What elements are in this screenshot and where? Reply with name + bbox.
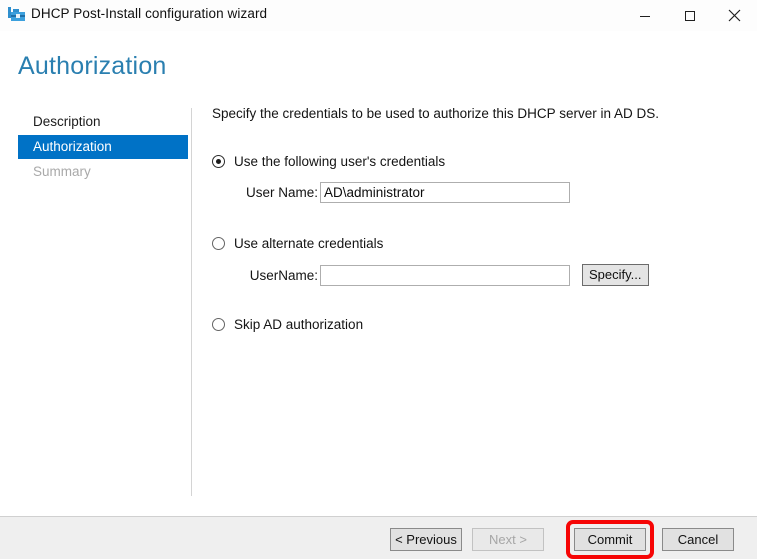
radio-label: Use the following user's credentials [234, 153, 446, 169]
alternate-user-name-field-row: UserName: Specify... [212, 264, 649, 286]
radio-skip-ad-authorization[interactable]: Skip AD authorization [212, 315, 363, 333]
radio-label: Skip AD authorization [234, 316, 364, 332]
radio-label: Use alternate credentials [234, 235, 384, 251]
instruction-text: Specify the credentials to be used to au… [212, 106, 659, 121]
wizard-step-nav: Description Authorization Summary [0, 110, 190, 185]
maximize-icon [684, 10, 695, 21]
page-title: Authorization [18, 52, 167, 80]
previous-button[interactable]: < Previous [390, 528, 462, 551]
alternate-user-name-label: UserName: [249, 267, 318, 283]
radio-following-user-credentials[interactable]: Use the following user's credentials [212, 152, 570, 170]
sidebar-item-authorization[interactable]: Authorization [18, 135, 188, 159]
option-group-alternate-credentials: Use alternate credentials UserName: Spec… [212, 234, 649, 286]
specify-button[interactable]: Specify... [582, 264, 649, 286]
minimize-icon [639, 15, 650, 17]
sidebar-item-description[interactable]: Description [0, 110, 190, 134]
user-name-field-row: User Name: [212, 182, 570, 203]
option-group-skip-authorization: Skip AD authorization [212, 315, 363, 333]
commit-button[interactable]: Commit [574, 528, 646, 551]
radio-unselected-icon [212, 317, 225, 331]
window-title: DHCP Post-Install configuration wizard [31, 6, 268, 21]
user-name-input[interactable] [320, 182, 570, 203]
toolbox-icon [8, 7, 26, 24]
dhcp-post-install-wizard-window: DHCP Post-Install configuration wizard A… [0, 0, 757, 559]
content-pane: Specify the credentials to be used to au… [212, 106, 742, 121]
sidebar-item-summary: Summary [0, 160, 190, 184]
radio-selected-icon [212, 154, 225, 168]
sidebar-item-label: Authorization [33, 139, 112, 154]
window-controls [622, 0, 757, 31]
sidebar-item-label: Description [33, 114, 101, 129]
close-icon [728, 9, 741, 22]
close-button[interactable] [712, 0, 757, 31]
next-button: Next > [472, 528, 544, 551]
title-bar: DHCP Post-Install configuration wizard [0, 0, 757, 31]
sidebar-item-label: Summary [33, 164, 91, 179]
radio-alternate-credentials[interactable]: Use alternate credentials [212, 234, 649, 252]
minimize-button[interactable] [622, 0, 667, 31]
option-group-following-user-credentials: Use the following user's credentials Use… [212, 152, 570, 203]
radio-unselected-icon [212, 236, 225, 250]
pane-divider [191, 108, 192, 496]
cancel-button[interactable]: Cancel [662, 528, 734, 551]
user-name-label: User Name: [245, 185, 318, 200]
maximize-button[interactable] [667, 0, 712, 31]
alternate-user-name-input[interactable] [320, 264, 570, 286]
